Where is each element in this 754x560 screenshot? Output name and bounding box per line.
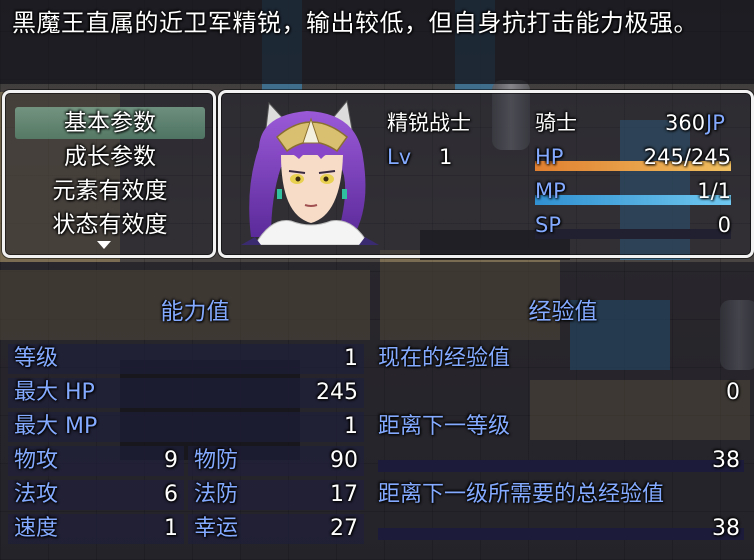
stat-value: 17: [330, 482, 358, 507]
menu-item-growth-params[interactable]: 成长参数: [15, 141, 205, 173]
stats-header: 能力值: [160, 299, 230, 325]
jp-value: 360: [665, 111, 706, 135]
stat-value: 1: [344, 346, 358, 371]
menu-item-state-rates[interactable]: 状态有效度: [15, 209, 205, 241]
stat-row-luk: 幸运 27: [188, 514, 364, 544]
scroll-down-arrow-icon[interactable]: [97, 241, 111, 249]
stat-label: 幸运: [194, 516, 239, 541]
next-level-exp-label: 距离下一等级: [378, 414, 511, 439]
actor-class: 骑士: [535, 111, 577, 135]
help-description: 黑魔王直属的近卫军精锐，输出较低，但自身抗打击能力极强。: [12, 9, 698, 37]
level-value: 1: [439, 145, 453, 169]
stat-value: 245: [316, 380, 358, 405]
total-exp-gauge: [378, 528, 744, 540]
stat-row-agi: 速度 1: [8, 514, 184, 544]
stat-label: 等级: [14, 346, 59, 371]
actor-name: 精锐战士: [387, 111, 471, 135]
menu-item-element-rates[interactable]: 元素有效度: [15, 175, 205, 207]
total-exp-value: 38: [712, 516, 740, 541]
hp-label: HP: [535, 145, 564, 169]
current-exp-row: 0: [378, 378, 744, 408]
stat-row-mat: 法攻 6: [8, 480, 184, 510]
stat-row-level: 等级 1: [8, 344, 364, 374]
hp-value: 245/245: [643, 145, 731, 169]
current-exp-label: 现在的经验值: [378, 346, 511, 371]
status-category-menu: 基本参数 成长参数 元素有效度 状态有效度: [2, 90, 216, 258]
stat-label: 物攻: [14, 448, 59, 473]
stat-value: 9: [164, 448, 178, 473]
stat-row-max-mp: 最大 MP 1: [8, 412, 364, 442]
stat-row-def: 物防 90: [188, 446, 364, 476]
stat-label: 法攻: [14, 482, 59, 507]
sp-label: SP: [535, 213, 561, 237]
stat-label: 法防: [194, 482, 239, 507]
help-window: 黑魔王直属的近卫军精锐，输出较低，但自身抗打击能力极强。: [0, 0, 754, 84]
stat-label: 速度: [14, 516, 59, 541]
level-label: Lv: [387, 145, 412, 169]
stat-label: 最大 HP: [14, 380, 95, 405]
stat-value: 1: [164, 516, 178, 541]
stat-row-max-hp: 最大 HP 245: [8, 378, 364, 408]
mp-value: 1/1: [697, 179, 731, 203]
actor-status-window: 精锐战士 骑士 360 JP Lv 1 HP 245/245 MP 1/1 SP…: [218, 90, 754, 258]
total-exp-label: 距离下一级所需要的总经验值: [378, 482, 665, 507]
stat-row-atk: 物攻 9: [8, 446, 184, 476]
next-level-exp-value: 38: [712, 448, 740, 473]
jp-unit: JP: [706, 111, 725, 135]
parameter-window: 能力值 经验值 等级 1 最大 HP 245 最大 MP 1 物攻 9 物防 9…: [0, 262, 754, 560]
stat-row-mdf: 法防 17: [188, 480, 364, 510]
next-level-exp-gauge: [378, 460, 744, 472]
total-exp-row: 38: [378, 514, 744, 544]
stat-value: 6: [164, 482, 178, 507]
menu-item-basic-params[interactable]: 基本参数: [15, 107, 205, 139]
mp-label: MP: [535, 179, 566, 203]
stat-value: 27: [330, 516, 358, 541]
stat-label: 最大 MP: [14, 414, 98, 439]
actor-portrait: [241, 97, 379, 245]
stat-value: 90: [330, 448, 358, 473]
stat-value: 1: [344, 414, 358, 439]
current-exp-value: 0: [726, 380, 740, 405]
stat-label: 物防: [194, 448, 239, 473]
next-level-exp-row: 38: [378, 446, 744, 476]
exp-header: 经验值: [528, 299, 598, 325]
sp-value: 0: [717, 213, 731, 237]
